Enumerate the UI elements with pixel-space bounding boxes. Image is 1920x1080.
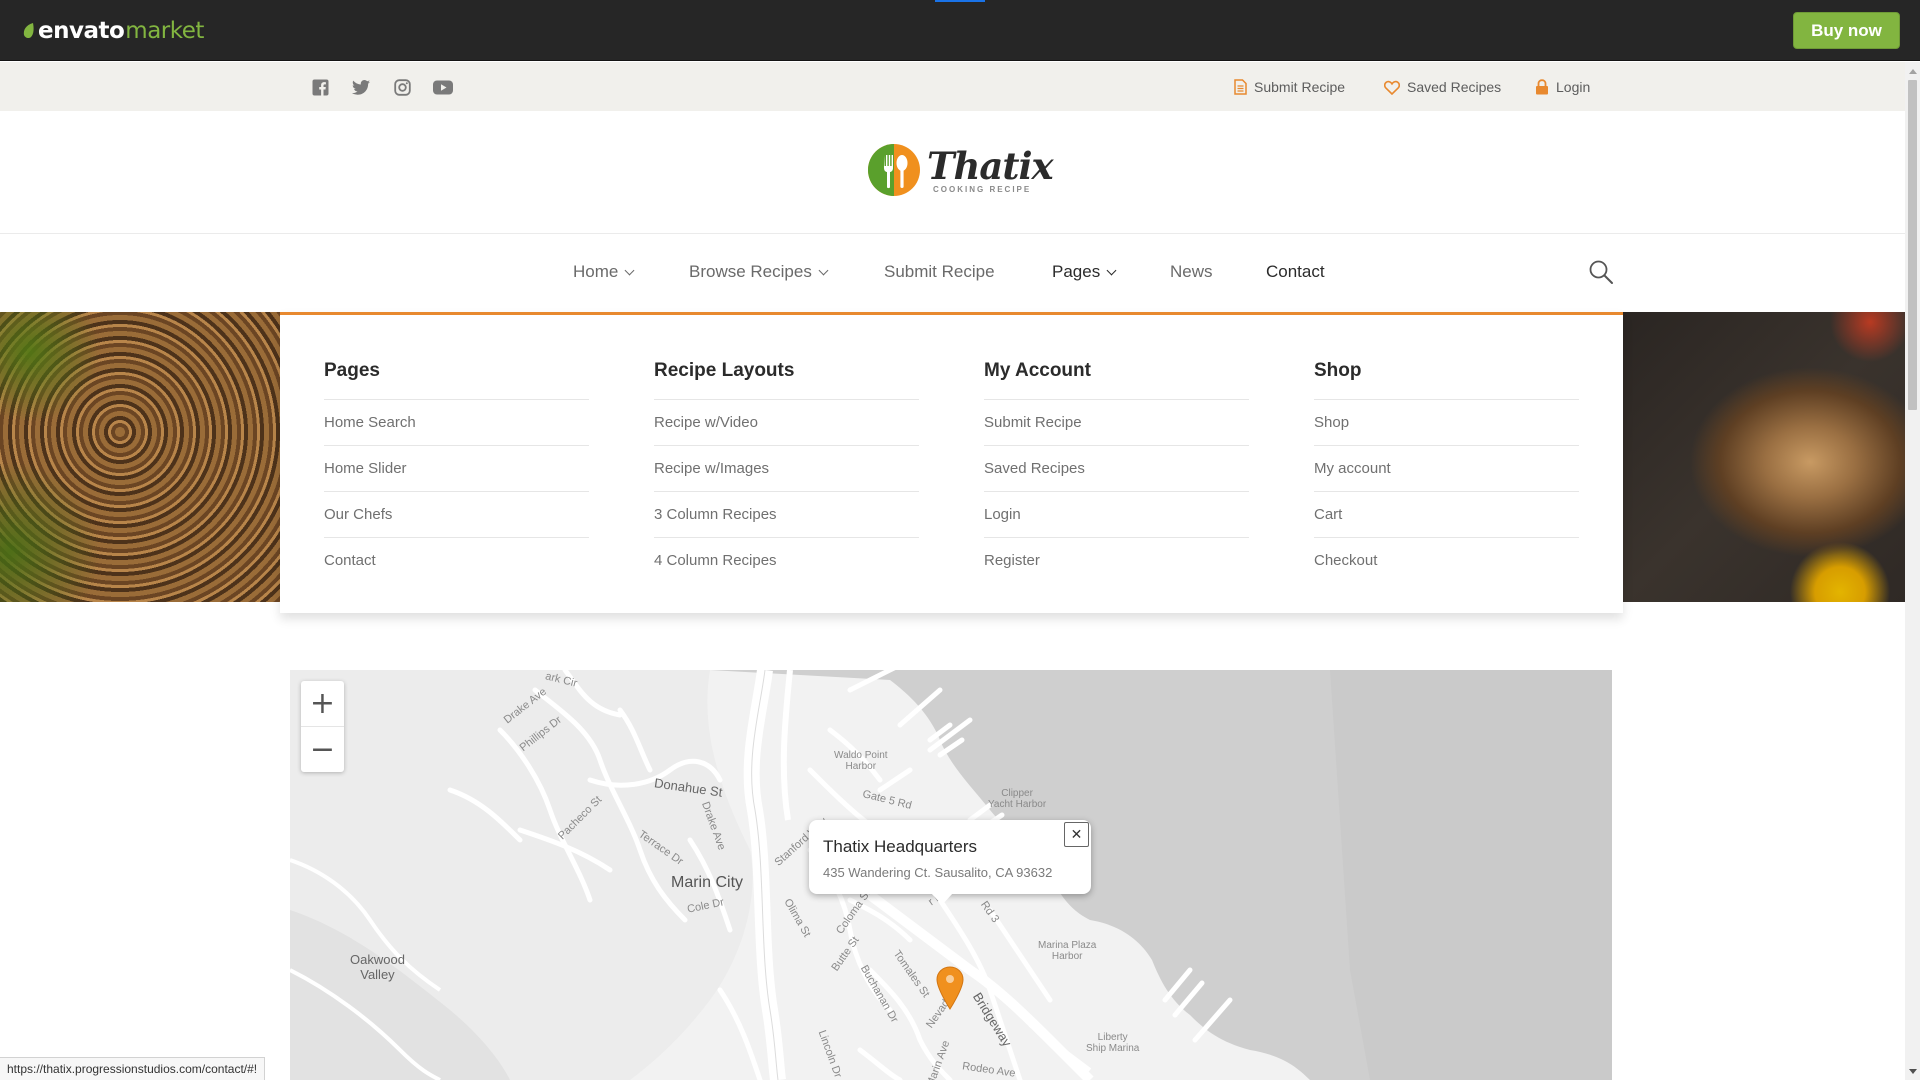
scrollbar-thumb[interactable] xyxy=(1908,80,1917,410)
page-scrollbar[interactable] xyxy=(1905,62,1920,1080)
saved-recipes-link[interactable]: Saved Recipes xyxy=(1384,77,1501,97)
mega-link-recipe-images[interactable]: Recipe w/Images xyxy=(654,445,919,491)
mega-link-login[interactable]: Login xyxy=(984,491,1249,537)
mega-link-3-column[interactable]: 3 Column Recipes xyxy=(654,491,919,537)
search-icon[interactable] xyxy=(1588,259,1614,285)
map-zoom-control: + − xyxy=(301,681,344,772)
submit-recipe-link[interactable]: Submit Recipe xyxy=(1234,77,1345,97)
youtube-icon[interactable] xyxy=(433,77,453,97)
map-label-clipper: Clipper Yacht Harbor xyxy=(988,788,1047,810)
zoom-in-button[interactable]: + xyxy=(301,681,344,726)
nav-submit-recipe[interactable]: Submit Recipe xyxy=(884,262,995,282)
map-label-waldo-point: Waldo Point Harbor xyxy=(834,750,888,772)
contact-map[interactable]: ark Cir Drake Ave Phillips Dr Donahue St… xyxy=(290,670,1612,1080)
popup-title: Thatix Headquarters xyxy=(823,837,978,856)
nav-browse-recipes-label: Browse Recipes xyxy=(689,262,812,281)
map-info-popup: Thatix Headquarters 435 Wandering Ct. Sa… xyxy=(809,820,1091,905)
popup-close-button[interactable]: ✕ xyxy=(1064,822,1089,847)
nav-home-label: Home xyxy=(573,262,619,281)
mega-col-title: My Account xyxy=(984,360,1091,381)
envato-leaf-icon xyxy=(23,23,34,39)
envato-bar: envato market Buy now xyxy=(0,0,1920,61)
map-label-marina-plaza: Marina Plaza Harbor xyxy=(1038,940,1097,962)
nav-contact-label: Contact xyxy=(1266,262,1325,281)
nav-news[interactable]: News xyxy=(1170,262,1213,282)
chevron-down-icon xyxy=(1106,265,1117,275)
map-marker-icon[interactable] xyxy=(936,966,964,1010)
twitter-icon[interactable] xyxy=(351,77,371,97)
utility-bar: Submit Recipe Saved Recipes Login xyxy=(0,62,1905,111)
pasta-photo xyxy=(0,312,280,602)
mega-link-contact[interactable]: Contact xyxy=(324,537,589,583)
header-logo-area: Thatix COOKING RECIPE xyxy=(0,111,1905,234)
mega-link-register[interactable]: Register xyxy=(984,537,1249,583)
nav-pages-label: Pages xyxy=(1052,262,1101,281)
site-viewport: Submit Recipe Saved Recipes Login Thatix… xyxy=(0,62,1905,1080)
popup-address: 435 Wandering Ct. Sausalito, CA 93632 xyxy=(823,865,1053,880)
bread-photo xyxy=(1620,312,1905,602)
status-bar-url: https://thatix.progressionstudios.com/co… xyxy=(0,1057,266,1080)
envato-market-word: market xyxy=(125,18,204,44)
mega-link-recipe-video[interactable]: Recipe w/Video xyxy=(654,399,919,445)
mega-col-title: Shop xyxy=(1314,360,1362,381)
envato-market-logo[interactable]: envato market xyxy=(22,15,204,47)
main-nav: Home Browse Recipes Submit Recipe Pages … xyxy=(0,235,1905,312)
heart-icon xyxy=(1384,80,1400,95)
chevron-down-icon xyxy=(624,265,635,275)
mega-link-checkout[interactable]: Checkout xyxy=(1314,537,1579,583)
thatix-logo[interactable]: Thatix COOKING RECIPE xyxy=(867,143,1054,197)
nav-submit-recipe-label: Submit Recipe xyxy=(884,262,995,281)
mega-link-saved-recipes[interactable]: Saved Recipes xyxy=(984,445,1249,491)
mega-link-4-column[interactable]: 4 Column Recipes xyxy=(654,537,919,583)
scroll-down-arrow-icon[interactable] xyxy=(1909,1069,1917,1074)
submit-recipe-label: Submit Recipe xyxy=(1254,79,1346,95)
nav-news-label: News xyxy=(1170,262,1213,281)
nav-browse-recipes[interactable]: Browse Recipes xyxy=(689,262,829,282)
logo-name: Thatix xyxy=(927,143,1054,188)
pages-mega-menu: Pages Home Search Home Slider Our Chefs … xyxy=(280,312,1623,613)
logo-tagline: COOKING RECIPE xyxy=(933,184,1032,194)
envato-brand: envato xyxy=(38,18,125,44)
mega-col-title: Pages xyxy=(324,360,380,381)
facebook-icon[interactable] xyxy=(310,77,330,97)
chevron-down-icon xyxy=(818,265,829,275)
mega-link-our-chefs[interactable]: Our Chefs xyxy=(324,491,589,537)
nav-home[interactable]: Home xyxy=(573,262,635,282)
saved-recipes-label: Saved Recipes xyxy=(1407,79,1502,95)
lock-icon xyxy=(1536,79,1548,95)
loading-indicator xyxy=(935,0,985,2)
map-label-oakwood-valley: Oakwood Valley xyxy=(350,952,405,982)
buy-now-button[interactable]: Buy now xyxy=(1793,12,1900,49)
mega-link-home-slider[interactable]: Home Slider xyxy=(324,445,589,491)
map-label-marin-city: Marin City xyxy=(671,874,744,891)
mega-link-home-search[interactable]: Home Search xyxy=(324,399,589,445)
mega-link-submit-recipe[interactable]: Submit Recipe xyxy=(984,399,1249,445)
map-label-liberty: Liberty Ship Marina xyxy=(1086,1032,1140,1054)
mega-col-title: Recipe Layouts xyxy=(654,360,795,381)
mega-link-shop[interactable]: Shop xyxy=(1314,399,1579,445)
instagram-icon[interactable] xyxy=(392,77,412,97)
zoom-out-button[interactable]: − xyxy=(301,726,344,771)
login-link[interactable]: Login xyxy=(1535,77,1590,97)
document-icon xyxy=(1234,79,1247,95)
nav-pages[interactable]: Pages xyxy=(1052,262,1117,282)
scroll-up-arrow-icon[interactable] xyxy=(1909,69,1917,74)
nav-contact[interactable]: Contact xyxy=(1266,262,1325,282)
login-label: Login xyxy=(1556,79,1591,95)
fork-spoon-logo-icon xyxy=(868,144,920,196)
mega-link-cart[interactable]: Cart xyxy=(1314,491,1579,537)
mega-link-my-account[interactable]: My account xyxy=(1314,445,1579,491)
